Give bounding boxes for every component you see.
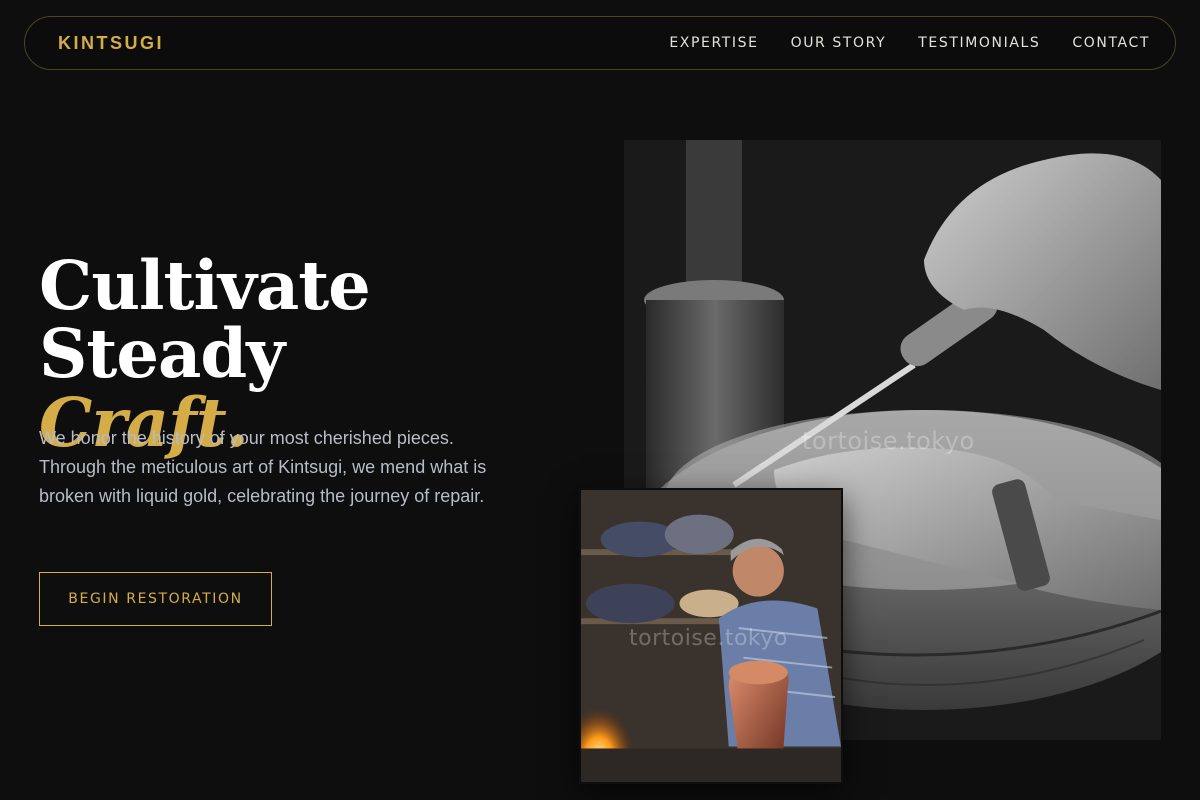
nav-link-contact[interactable]: CONTACT xyxy=(1072,35,1150,51)
begin-restoration-button[interactable]: BEGIN RESTORATION xyxy=(39,572,272,626)
nav-link-testimonials[interactable]: TESTIMONIALS xyxy=(918,35,1040,51)
nav-link-our-story[interactable]: OUR STORY xyxy=(791,35,887,51)
landing-page: KINTSUGI EXPERTISE OUR STORY TESTIMONIAL… xyxy=(0,0,1200,800)
hero-secondary-photo: tortoise.tokyo xyxy=(579,488,843,784)
nav-link-expertise[interactable]: EXPERTISE xyxy=(669,35,758,51)
hero-description: We honor the history of your most cheris… xyxy=(39,428,487,506)
top-navbar: KINTSUGI EXPERTISE OUR STORY TESTIMONIAL… xyxy=(24,16,1176,70)
secondary-photo-watermark: tortoise.tokyo xyxy=(629,626,788,651)
nav-links: EXPERTISE OUR STORY TESTIMONIALS CONTACT xyxy=(669,35,1150,51)
main-photo-watermark: tortoise.tokyo xyxy=(802,427,975,455)
hero-title-line: Cultivate Steady xyxy=(39,246,371,394)
brand-logo[interactable]: KINTSUGI xyxy=(58,33,164,54)
